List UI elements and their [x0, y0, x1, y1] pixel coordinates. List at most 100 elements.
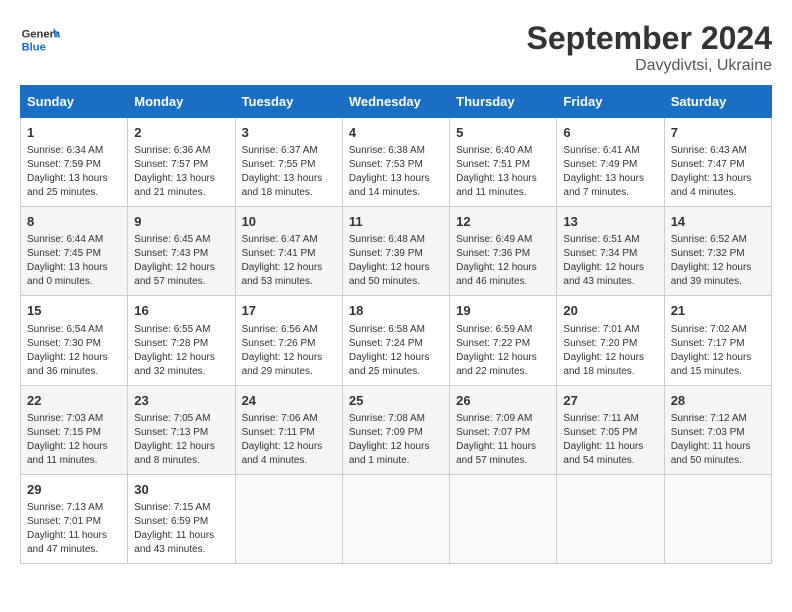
calendar-cell: 19 Sunrise: 6:59 AM Sunset: 7:22 PM Dayli… — [450, 296, 557, 385]
header-tuesday: Tuesday — [235, 86, 342, 118]
calendar-cell: 7 Sunrise: 6:43 AM Sunset: 7:47 PM Daylig… — [664, 118, 771, 207]
day-info: Sunrise: 6:47 AM Sunset: 7:41 PM Dayligh… — [242, 233, 336, 289]
calendar-cell: 13Sunrise: 6:51 AM Sunset: 7:34 PM Dayli… — [557, 207, 664, 296]
day-number: 19 — [456, 302, 550, 320]
calendar-cell — [450, 474, 557, 563]
calendar-cell: 4 Sunrise: 6:38 AM Sunset: 7:53 PM Daylig… — [342, 118, 449, 207]
day-number: 18 — [349, 302, 443, 320]
day-info: Sunrise: 6:51 AM Sunset: 7:34 PM Dayligh… — [563, 233, 657, 289]
page-header: General Blue September 2024 Davydivtsi, … — [20, 20, 772, 75]
day-info: Sunrise: 6:52 AM Sunset: 7:32 PM Dayligh… — [671, 233, 765, 289]
day-number: 12 — [456, 213, 550, 231]
day-number: 5 — [456, 124, 550, 142]
day-number: 22 — [27, 392, 121, 410]
calendar-cell: 11 Sunrise: 6:48 AM Sunset: 7:39 PM Dayli… — [342, 207, 449, 296]
calendar-cell: 9 Sunrise: 6:45 AM Sunset: 7:43 PM Daylig… — [128, 207, 235, 296]
calendar-table: Sunday Monday Tuesday Wednesday Thursday… — [20, 85, 772, 564]
day-info: Sunrise: 6:43 AM Sunset: 7:47 PM Dayligh… — [671, 144, 765, 200]
day-number: 28 — [671, 392, 765, 410]
calendar-cell: 15 Sunrise: 6:54 AM Sunset: 7:30 PM Dayli… — [21, 296, 128, 385]
calendar-cell: 14 Sunrise: 6:52 AM Sunset: 7:32 PM Dayli… — [664, 207, 771, 296]
calendar-cell: 6 Sunrise: 6:41 AM Sunset: 7:49 PM Daylig… — [557, 118, 664, 207]
calendar-week-row: 22 Sunrise: 7:03 AM Sunset: 7:15 PM Dayli… — [21, 385, 772, 474]
calendar-cell: 28 Sunrise: 7:12 AM Sunset: 7:03 PM Dayli… — [664, 385, 771, 474]
day-info: Sunrise: 6:40 AM Sunset: 7:51 PM Dayligh… — [456, 144, 550, 200]
day-info: Sunrise: 7:12 AM Sunset: 7:03 PM Dayligh… — [671, 412, 765, 468]
day-number: 30 — [134, 481, 228, 499]
calendar-cell: 17 Sunrise: 6:56 AM Sunset: 7:26 PM Dayli… — [235, 296, 342, 385]
day-info: Sunrise: 6:44 AM Sunset: 7:45 PM Dayligh… — [27, 233, 121, 289]
calendar-cell: 23Sunrise: 7:05 AM Sunset: 7:13 PM Dayli… — [128, 385, 235, 474]
day-info: Sunrise: 6:49 AM Sunset: 7:36 PM Dayligh… — [456, 233, 550, 289]
day-number: 24 — [242, 392, 336, 410]
weekday-header-row: Sunday Monday Tuesday Wednesday Thursday… — [21, 86, 772, 118]
day-number: 4 — [349, 124, 443, 142]
calendar-cell: 16 Sunrise: 6:55 AM Sunset: 7:28 PM Dayli… — [128, 296, 235, 385]
day-number: 29 — [27, 481, 121, 499]
header-wednesday: Wednesday — [342, 86, 449, 118]
calendar-cell: 18Sunrise: 6:58 AM Sunset: 7:24 PM Dayli… — [342, 296, 449, 385]
calendar-cell: 1 Sunrise: 6:34 AM Sunset: 7:59 PM Daylig… — [21, 118, 128, 207]
svg-text:Blue: Blue — [22, 41, 46, 53]
day-number: 1 — [27, 124, 121, 142]
logo: General Blue — [20, 20, 60, 60]
day-info: Sunrise: 7:01 AM Sunset: 7:20 PM Dayligh… — [563, 323, 657, 379]
day-info: Sunrise: 6:56 AM Sunset: 7:26 PM Dayligh… — [242, 323, 336, 379]
calendar-cell: 8 Sunrise: 6:44 AM Sunset: 7:45 PM Daylig… — [21, 207, 128, 296]
day-info: Sunrise: 6:55 AM Sunset: 7:28 PM Dayligh… — [134, 323, 228, 379]
calendar-cell: 5 Sunrise: 6:40 AM Sunset: 7:51 PM Daylig… — [450, 118, 557, 207]
day-info: Sunrise: 6:54 AM Sunset: 7:30 PM Dayligh… — [27, 323, 121, 379]
calendar-cell: 10 Sunrise: 6:47 AM Sunset: 7:41 PM Dayli… — [235, 207, 342, 296]
day-number: 2 — [134, 124, 228, 142]
day-number: 14 — [671, 213, 765, 231]
day-number: 15 — [27, 302, 121, 320]
day-number: 11 — [349, 213, 443, 231]
day-info: Sunrise: 7:15 AM Sunset: 6:59 PM Dayligh… — [134, 501, 228, 557]
day-info: Sunrise: 6:34 AM Sunset: 7:59 PM Dayligh… — [27, 144, 121, 200]
calendar-cell: 12 Sunrise: 6:49 AM Sunset: 7:36 PM Dayli… — [450, 207, 557, 296]
calendar-cell: 25Sunrise: 7:08 AM Sunset: 7:09 PM Dayli… — [342, 385, 449, 474]
day-number: 21 — [671, 302, 765, 320]
calendar-week-row: 29 Sunrise: 7:13 AM Sunset: 7:01 PM Dayli… — [21, 474, 772, 563]
day-info: Sunrise: 7:03 AM Sunset: 7:15 PM Dayligh… — [27, 412, 121, 468]
calendar-cell: 24 Sunrise: 7:06 AM Sunset: 7:11 PM Dayli… — [235, 385, 342, 474]
calendar-week-row: 1 Sunrise: 6:34 AM Sunset: 7:59 PM Daylig… — [21, 118, 772, 207]
day-info: Sunrise: 6:45 AM Sunset: 7:43 PM Dayligh… — [134, 233, 228, 289]
header-monday: Monday — [128, 86, 235, 118]
day-number: 23 — [134, 392, 228, 410]
day-number: 8 — [27, 213, 121, 231]
day-number: 3 — [242, 124, 336, 142]
day-info: Sunrise: 6:59 AM Sunset: 7:22 PM Dayligh… — [456, 323, 550, 379]
header-thursday: Thursday — [450, 86, 557, 118]
day-number: 27 — [563, 392, 657, 410]
location-subtitle: Davydivtsi, Ukraine — [527, 57, 772, 75]
day-info: Sunrise: 6:41 AM Sunset: 7:49 PM Dayligh… — [563, 144, 657, 200]
day-info: Sunrise: 7:06 AM Sunset: 7:11 PM Dayligh… — [242, 412, 336, 468]
calendar-cell: 20 Sunrise: 7:01 AM Sunset: 7:20 PM Dayli… — [557, 296, 664, 385]
day-info: Sunrise: 6:48 AM Sunset: 7:39 PM Dayligh… — [349, 233, 443, 289]
day-info: Sunrise: 6:36 AM Sunset: 7:57 PM Dayligh… — [134, 144, 228, 200]
day-number: 6 — [563, 124, 657, 142]
day-info: Sunrise: 7:11 AM Sunset: 7:05 PM Dayligh… — [563, 412, 657, 468]
day-number: 16 — [134, 302, 228, 320]
day-number: 17 — [242, 302, 336, 320]
day-number: 20 — [563, 302, 657, 320]
calendar-cell: 30 Sunrise: 7:15 AM Sunset: 6:59 PM Dayli… — [128, 474, 235, 563]
calendar-cell: 22 Sunrise: 7:03 AM Sunset: 7:15 PM Dayli… — [21, 385, 128, 474]
day-number: 9 — [134, 213, 228, 231]
calendar-cell: 27 Sunrise: 7:11 AM Sunset: 7:05 PM Dayli… — [557, 385, 664, 474]
calendar-cell: 29 Sunrise: 7:13 AM Sunset: 7:01 PM Dayli… — [21, 474, 128, 563]
day-number: 7 — [671, 124, 765, 142]
header-friday: Friday — [557, 86, 664, 118]
logo-icon: General Blue — [20, 20, 60, 60]
day-number: 10 — [242, 213, 336, 231]
calendar-cell — [342, 474, 449, 563]
day-info: Sunrise: 6:37 AM Sunset: 7:55 PM Dayligh… — [242, 144, 336, 200]
calendar-cell: 3 Sunrise: 6:37 AM Sunset: 7:55 PM Daylig… — [235, 118, 342, 207]
calendar-cell — [664, 474, 771, 563]
day-info: Sunrise: 6:38 AM Sunset: 7:53 PM Dayligh… — [349, 144, 443, 200]
day-info: Sunrise: 7:09 AM Sunset: 7:07 PM Dayligh… — [456, 412, 550, 468]
month-title: September 2024 — [527, 20, 772, 57]
calendar-cell — [235, 474, 342, 563]
day-info: Sunrise: 7:13 AM Sunset: 7:01 PM Dayligh… — [27, 501, 121, 557]
